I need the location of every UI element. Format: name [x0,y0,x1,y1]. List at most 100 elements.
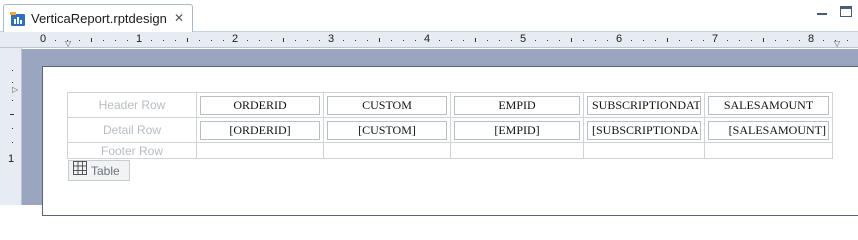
ruler-tick [223,40,224,41]
ruler-tick [415,40,416,41]
ruler-tick [691,40,692,41]
ruler-tick [295,40,296,41]
ruler-tick [823,40,824,41]
window-controls [816,6,852,18]
report-table[interactable]: Header Row ORDERID CUSTOM EMPID SUBSCRIP… [67,92,833,159]
ruler-tick [12,70,13,71]
ruler-tick [319,40,320,41]
header-label[interactable]: EMPID [454,96,580,115]
ruler-tick [367,40,368,41]
ruler-number: 5 [520,33,527,45]
ruler-tick [535,40,536,41]
data-field[interactable]: [CUSTOM] [327,121,447,140]
table-badge[interactable]: Table [68,160,130,181]
table-cell[interactable]: [SALESAMOUNT] [704,117,833,143]
table-cell[interactable]: [EMPID] [450,117,584,143]
ruler-tick [12,128,13,129]
ruler-number: 1 [8,153,15,165]
ruler-tick [187,38,188,42]
ruler-number: 7 [712,33,719,45]
minimize-icon[interactable] [816,6,828,18]
row-label: Footer Row [67,142,197,159]
report-design-icon [10,11,26,27]
table-cell[interactable]: ORDERID [196,92,324,118]
ruler-tick [763,38,764,42]
report-editor: VerticaReport.rptdesign ✕ 0 1 2 3 4 5 6 7 8 ▽ ▽ ▷ 1… [0,0,858,216]
ruler-tick [667,38,668,42]
maximize-icon[interactable] [840,6,852,18]
table-cell[interactable]: [SUBSCRIPTIONDA [583,117,705,143]
header-label[interactable]: SALESAMOUNT [708,96,829,115]
table-cell[interactable]: SALESAMOUNT [704,92,833,118]
ruler-number: 4 [424,33,431,45]
data-field[interactable]: [ORDERID] [200,121,320,140]
table-cell[interactable] [704,142,833,159]
ruler-tick [175,40,176,41]
ruler-tick [103,40,104,41]
tab-title: VerticaReport.rptdesign [31,11,167,26]
ruler-tick [607,40,608,41]
ruler-tick [211,40,212,41]
ruler-tick [247,40,248,41]
ruler-tick [799,40,800,41]
table-cell[interactable] [450,142,584,159]
editor-tab[interactable]: VerticaReport.rptdesign ✕ [3,4,193,32]
ruler-tick [595,40,596,41]
ruler-tick [559,40,560,41]
table-cell[interactable]: CUSTOM [323,92,451,118]
ruler-number: 2 [232,33,239,45]
ruler-tick [12,142,13,143]
header-label[interactable]: CUSTOM [327,96,447,115]
ruler-tick [655,40,656,41]
ruler-tick [751,40,752,41]
table-cell[interactable]: [ORDERID] [196,117,324,143]
ruler-tick [343,40,344,41]
header-label[interactable]: SUBSCRIPTIONDAT [587,96,701,115]
ruler-tick [571,38,572,42]
ruler-corner [0,32,34,48]
header-label[interactable]: ORDERID [200,96,320,115]
report-page[interactable]: Header Row ORDERID CUSTOM EMPID SUBSCRIP… [42,66,858,216]
horizontal-ruler[interactable]: 0 1 2 3 4 5 6 7 8 ▽ ▽ [34,32,858,48]
ruler-number: 8 [808,33,815,45]
ruler-number: 1 [136,33,143,45]
ruler-tick [739,40,740,41]
ruler-tick [259,40,260,41]
margin-marker-icon[interactable]: ▽ [834,40,840,48]
table-cell[interactable] [323,142,451,159]
ruler-tick [727,40,728,41]
ruler-tick [487,40,488,41]
ruler-tick [10,114,14,115]
margin-marker-icon[interactable]: ▽ [65,40,71,48]
margin-marker-icon[interactable]: ▷ [12,86,18,94]
header-row[interactable]: Header Row ORDERID CUSTOM EMPID SUBSCRIP… [67,92,833,118]
close-icon[interactable]: ✕ [174,11,184,25]
vertical-ruler[interactable]: ▷ 1 [0,48,22,205]
ruler-tick [199,40,200,41]
design-canvas[interactable]: Header Row ORDERID CUSTOM EMPID SUBSCRIP… [22,49,858,216]
table-cell[interactable]: SUBSCRIPTIONDAT [583,92,705,118]
ruler-tick [475,38,476,42]
detail-row[interactable]: Detail Row [ORDERID] [CUSTOM] [EMPID] [S… [67,117,833,143]
data-field[interactable]: [SALESAMOUNT] [708,121,829,140]
ruler-tick [91,38,92,42]
footer-row[interactable]: Footer Row [67,142,833,159]
data-field[interactable]: [SUBSCRIPTIONDA [587,121,701,140]
ruler-tick [439,40,440,41]
ruler-tick [679,40,680,41]
table-cell[interactable]: EMPID [450,92,584,118]
ruler-tick [643,40,644,41]
table-cell[interactable] [583,142,705,159]
ruler-tick [283,38,284,42]
table-cell[interactable] [196,142,324,159]
ruler-tick [12,82,13,83]
data-field[interactable]: [EMPID] [454,121,580,140]
ruler-tick [451,40,452,41]
ruler-tick [547,40,548,41]
ruler-tick [115,40,116,41]
table-badge-label: Table [91,163,120,178]
ruler-tick [583,40,584,41]
ruler-tick [12,100,13,101]
row-label: Detail Row [67,117,197,143]
table-cell[interactable]: [CUSTOM] [323,117,451,143]
